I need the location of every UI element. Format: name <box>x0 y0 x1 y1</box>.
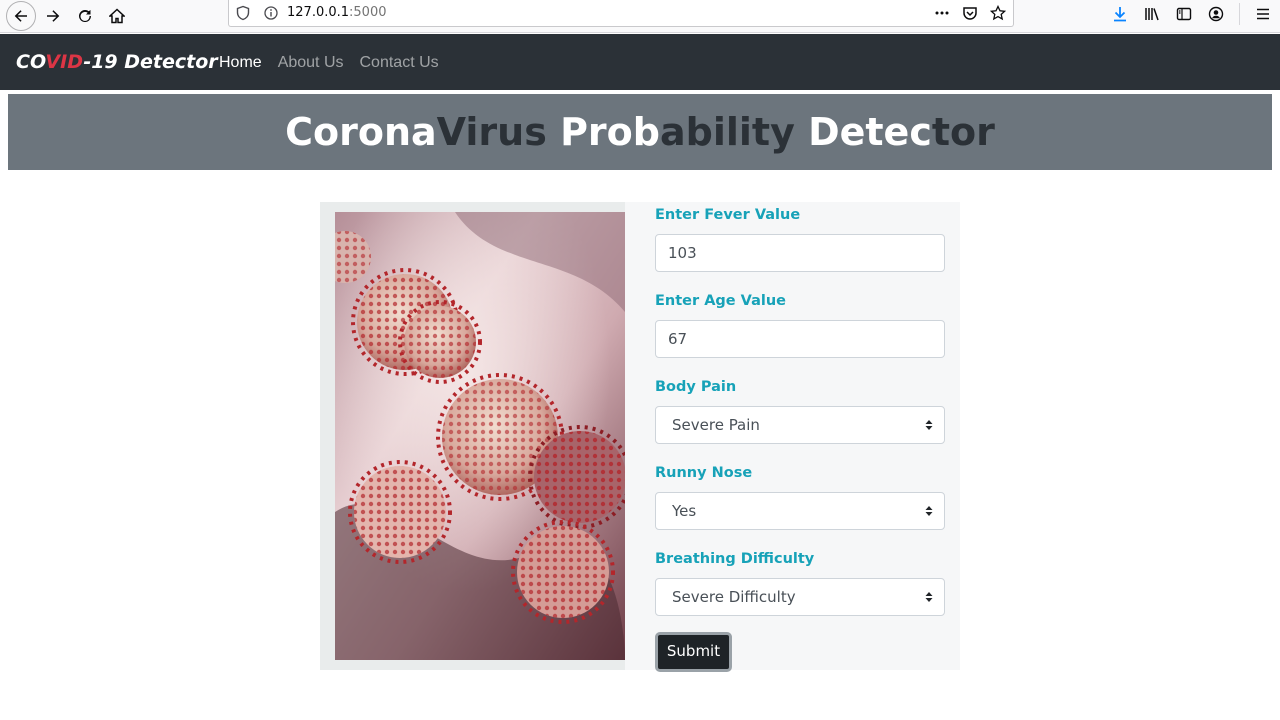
sidebar-icon[interactable] <box>1175 5 1193 23</box>
runny-nose-select[interactable]: Yes <box>655 492 945 530</box>
runny-nose-value: Yes <box>672 502 697 520</box>
library-icon[interactable] <box>1143 5 1161 23</box>
more-actions-icon[interactable] <box>933 4 951 22</box>
back-arrow-icon[interactable] <box>6 1 36 31</box>
url-bar[interactable]: 127.0.0.1:5000 <box>228 0 1014 27</box>
nav-link-home[interactable]: Home <box>219 54 262 72</box>
age-input[interactable]: 67 <box>655 320 945 358</box>
download-icon[interactable] <box>1111 5 1129 23</box>
nav-link-contact-us[interactable]: Contact Us <box>360 54 439 72</box>
image-panel <box>320 202 625 670</box>
site-navbar: COVID-19 Detector Home About Us Contact … <box>0 34 1280 90</box>
select-caret-icon <box>925 592 933 602</box>
page-title: CoronaVirus Probability Detector <box>285 110 995 154</box>
breathing-label: Breathing Difficulty <box>655 551 815 567</box>
body-pain-select[interactable]: Severe Pain <box>655 406 945 444</box>
browser-toolbar: 127.0.0.1:5000 <box>0 0 1280 33</box>
nav-links: Home About Us Contact Us <box>219 54 439 72</box>
forward-arrow-icon[interactable] <box>40 3 66 29</box>
url-text: 127.0.0.1:5000 <box>287 5 387 20</box>
shield-icon[interactable] <box>235 5 251 21</box>
detector-card: Enter Fever Value 103 Enter Age Value 67… <box>320 202 960 672</box>
coronavirus-image <box>335 212 625 660</box>
body-pain-label: Body Pain <box>655 379 737 395</box>
fever-input[interactable]: 103 <box>655 234 945 272</box>
pocket-icon[interactable] <box>961 4 979 22</box>
runny-nose-label: Runny Nose <box>655 465 753 481</box>
toolbar-divider <box>1239 3 1240 25</box>
fever-label: Enter Fever Value <box>655 207 801 223</box>
body-pain-value: Severe Pain <box>672 416 760 434</box>
submit-button[interactable]: Submit <box>655 632 732 672</box>
age-label: Enter Age Value <box>655 293 787 309</box>
select-caret-icon <box>925 420 933 430</box>
home-icon[interactable] <box>104 3 130 29</box>
breathing-value: Severe Difficulty <box>672 588 796 606</box>
page-banner: CoronaVirus Probability Detector <box>8 94 1272 170</box>
breathing-select[interactable]: Severe Difficulty <box>655 578 945 616</box>
nav-link-about-us[interactable]: About Us <box>278 54 344 72</box>
select-caret-icon <box>925 506 933 516</box>
info-icon[interactable] <box>263 5 279 21</box>
account-icon[interactable] <box>1207 5 1225 23</box>
brand-logo[interactable]: COVID-19 Detector <box>16 51 218 73</box>
menu-icon[interactable] <box>1254 5 1272 23</box>
reload-icon[interactable] <box>72 3 98 29</box>
bookmark-star-icon[interactable] <box>989 4 1007 22</box>
